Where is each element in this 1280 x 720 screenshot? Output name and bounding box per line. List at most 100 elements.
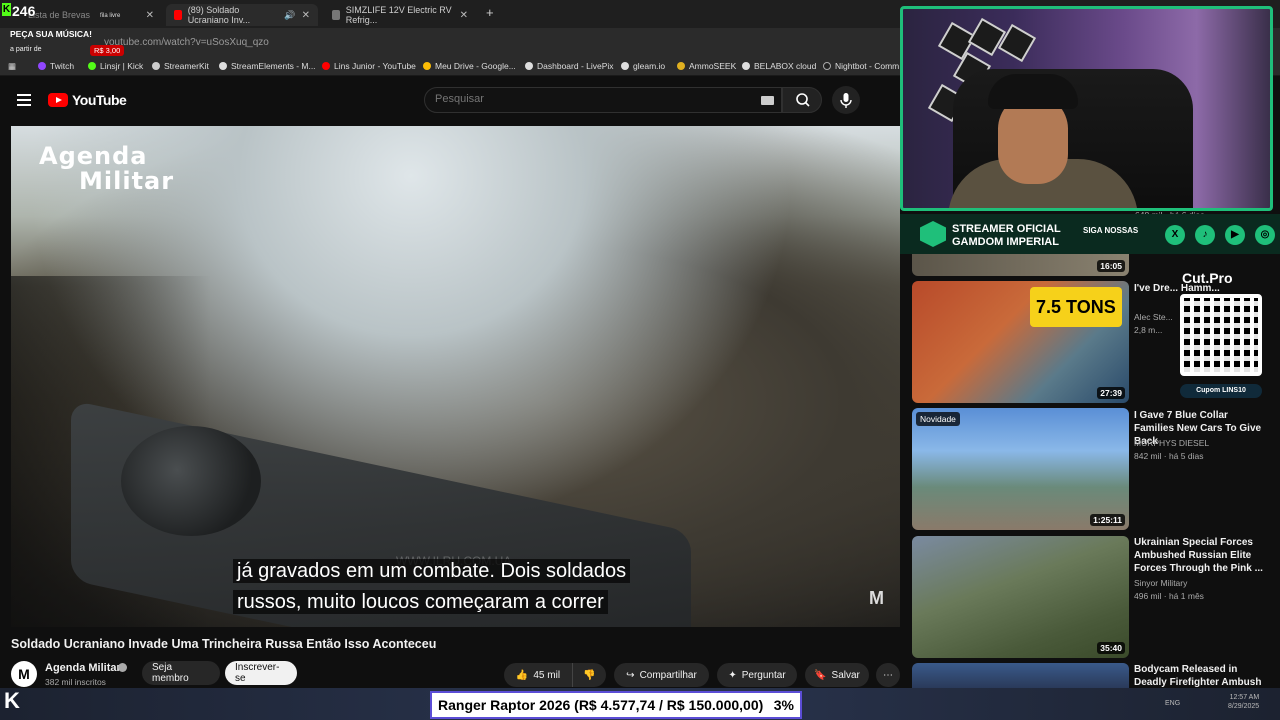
subscriber-count: 382 mil inscritos [45,677,106,687]
rec-thumbnail[interactable]: 35:40 [912,536,1129,658]
qr-code [1180,294,1262,376]
bookmark-twitch[interactable]: Twitch [38,61,74,71]
bookmark-label: StreamElements - M... [231,61,316,71]
bookmark-gleam[interactable]: gleam.io [621,61,665,71]
thumbs-down-icon: 👎 [583,669,596,681]
goal-ticker: Ranger Raptor 2026 (R$ 4.577,74 / R$ 150… [430,691,802,719]
rec-channel[interactable]: Alec Ste... [1134,312,1173,322]
song-request-label: PEÇA SUA MÚSICA! [10,29,93,39]
new-badge: Novidade [916,412,960,426]
more-actions-button[interactable]: ⋯ [876,663,900,687]
close-tab-icon[interactable]: ✕ [460,10,468,21]
ask-button[interactable]: ✦ Perguntar [717,663,797,687]
youtube-play-icon [48,93,68,107]
close-tab-icon[interactable]: ✕ [146,10,154,21]
rec-thumbnail[interactable]: Novidade 1:25:11 [912,408,1129,530]
ask-label: Perguntar [741,669,786,681]
save-button[interactable]: 🔖 Salvar [805,663,869,687]
bookmark-label: Twitch [50,61,75,71]
bookmark-lins-youtube[interactable]: Lins Junior - YouTube [322,61,416,71]
cutpro-qr-overlay: Cut.Pro Cupom LINS10 [1172,266,1268,402]
bookmark-streamerkit[interactable]: StreamerKit [152,61,209,71]
bookmark-streamelements[interactable]: StreamElements - M... [219,61,316,71]
search-button[interactable] [782,87,822,113]
keyboard-icon[interactable] [761,96,774,105]
like-button[interactable]: 👍 45 mil [504,663,572,687]
kick-logo-icon: K [4,688,20,713]
watermark-line: Militar [79,167,175,195]
youtube-logo[interactable]: YouTube [48,92,127,108]
bookmark-label: Lins Junior - YouTube [334,61,416,71]
gamdom-logo-icon [920,221,946,247]
search-icon [796,93,810,107]
youtube-icon: ▶ [1225,225,1245,245]
bookmark-label: StreamerKit [164,61,209,71]
streamer-cap [988,74,1078,109]
join-label: Seja membro [152,662,189,684]
bookmark-kick[interactable]: Linsjr | Kick [88,61,143,71]
bookmark-label: gleam.io [633,61,666,71]
apps-grid-icon[interactable]: ▦ [8,61,16,72]
coupon-badge: Cupom LINS10 [1180,384,1262,398]
subscribe-button[interactable]: Inscrever-se [225,661,297,685]
video-scope [121,426,261,536]
duration-badge: 35:40 [1097,642,1125,654]
video-subtitles: já gravados em um combate. Dois soldados… [233,556,631,618]
goal-text: Ranger Raptor 2026 (R$ 4.577,74 / R$ 150… [438,697,764,713]
duration-badge: 27:39 [1097,387,1125,399]
channel-corner-logo[interactable]: M [869,588,884,609]
subtitle-line: já gravados em um combate. Dois soldados [233,559,631,583]
sparkle-icon: ✦ [728,669,737,681]
sponsor-banner: STREAMER OFICIAL GAMDOM IMPERIAL SIGA NO… [900,214,1280,254]
rec-meta: 2,8 m... [1134,325,1163,335]
rec-thumbnail[interactable]: 7.5 TONS 27:39 [912,281,1129,403]
search-input[interactable] [435,93,735,105]
rec-title[interactable]: Ukrainian Special Forces Ambushed Russia… [1134,536,1264,575]
kick-icon: K [2,3,11,16]
share-button[interactable]: ↪ Compartilhar [614,663,709,687]
channel-watermark: Agenda Militar [39,144,174,194]
tab-current-video[interactable]: (89) Soldado Ucraniano Inv... 🔊 ✕ [166,4,318,26]
duration-badge: 1:25:11 [1090,514,1125,526]
subscribe-label: Inscrever-se [235,662,280,684]
rec-channel[interactable]: Sinyor Military [1134,578,1187,588]
tab-simzlife[interactable]: SIMZLIFE 12V Electric RV Refrig... ✕ [324,4,476,26]
channel-avatar[interactable]: M [11,661,37,687]
viewer-count: 246 [12,3,36,19]
rec-meta: 496 mil · há 1 mês [1134,591,1204,601]
bookmark-nightbot[interactable]: Nightbot - Comm... [823,61,906,71]
price-badge: R$ 3,00 [90,45,125,56]
rec-title[interactable]: Bodycam Released in Deadly Firefighter A… [1134,663,1264,689]
hamburger-menu-icon[interactable] [17,94,31,106]
tab-label: SIMZLIFE 12V Electric RV Refrig... [345,5,452,25]
subtitle-line: russos, muito loucos começaram a correr [233,590,608,614]
video-title: Soldado Ucraniano Invade Uma Trincheira … [11,637,437,651]
bookmark-ammoseek[interactable]: AmmoSEEK [677,61,736,71]
voice-search-button[interactable] [832,86,860,114]
join-button[interactable]: Seja membro [142,661,220,685]
more-horizontal-icon: ⋯ [883,669,893,681]
bookmark-livepix[interactable]: Dashboard - LivePix [525,61,614,71]
bookmark-google-drive[interactable]: Meu Drive - Google... [423,61,516,71]
new-tab-icon[interactable]: + [486,5,494,20]
tab-label: (89) Soldado Ucraniano Inv... [187,5,251,25]
close-tab-icon[interactable]: ✕ [302,10,310,21]
channel-name[interactable]: Agenda Militar [45,662,121,674]
system-clock[interactable]: 12:57 AM 8/29/2025 [1228,693,1259,711]
clock-time: 12:57 AM [1229,694,1260,701]
bookmark-icon: 🔖 [814,669,827,681]
duration-badge: 16:05 [1097,260,1125,272]
rec-thumbnail[interactable] [912,663,1129,688]
rec-channel[interactable]: MURPHYS DIESEL [1134,438,1209,448]
bookmark-belabox[interactable]: BELABOX cloud [742,61,816,71]
video-player[interactable]: Agenda Militar WWW.ILRU.COM.UA já gravad… [11,126,900,627]
like-count: 45 mil [533,669,561,681]
song-request-overlay: K 246 fila livre PEÇA SUA MÚSICA! a part… [0,0,140,60]
dislike-button[interactable]: 👎 [572,663,606,687]
cutpro-title: Cut.Pro [1182,270,1233,286]
youtube-header: YouTube [0,77,900,123]
youtube-logo-text: YouTube [72,92,127,108]
rec-meta: 842 mil · há 5 dias [1134,451,1204,461]
language-indicator[interactable]: ENG [1165,700,1180,707]
follow-label: SIGA NOSSAS [1083,226,1139,235]
